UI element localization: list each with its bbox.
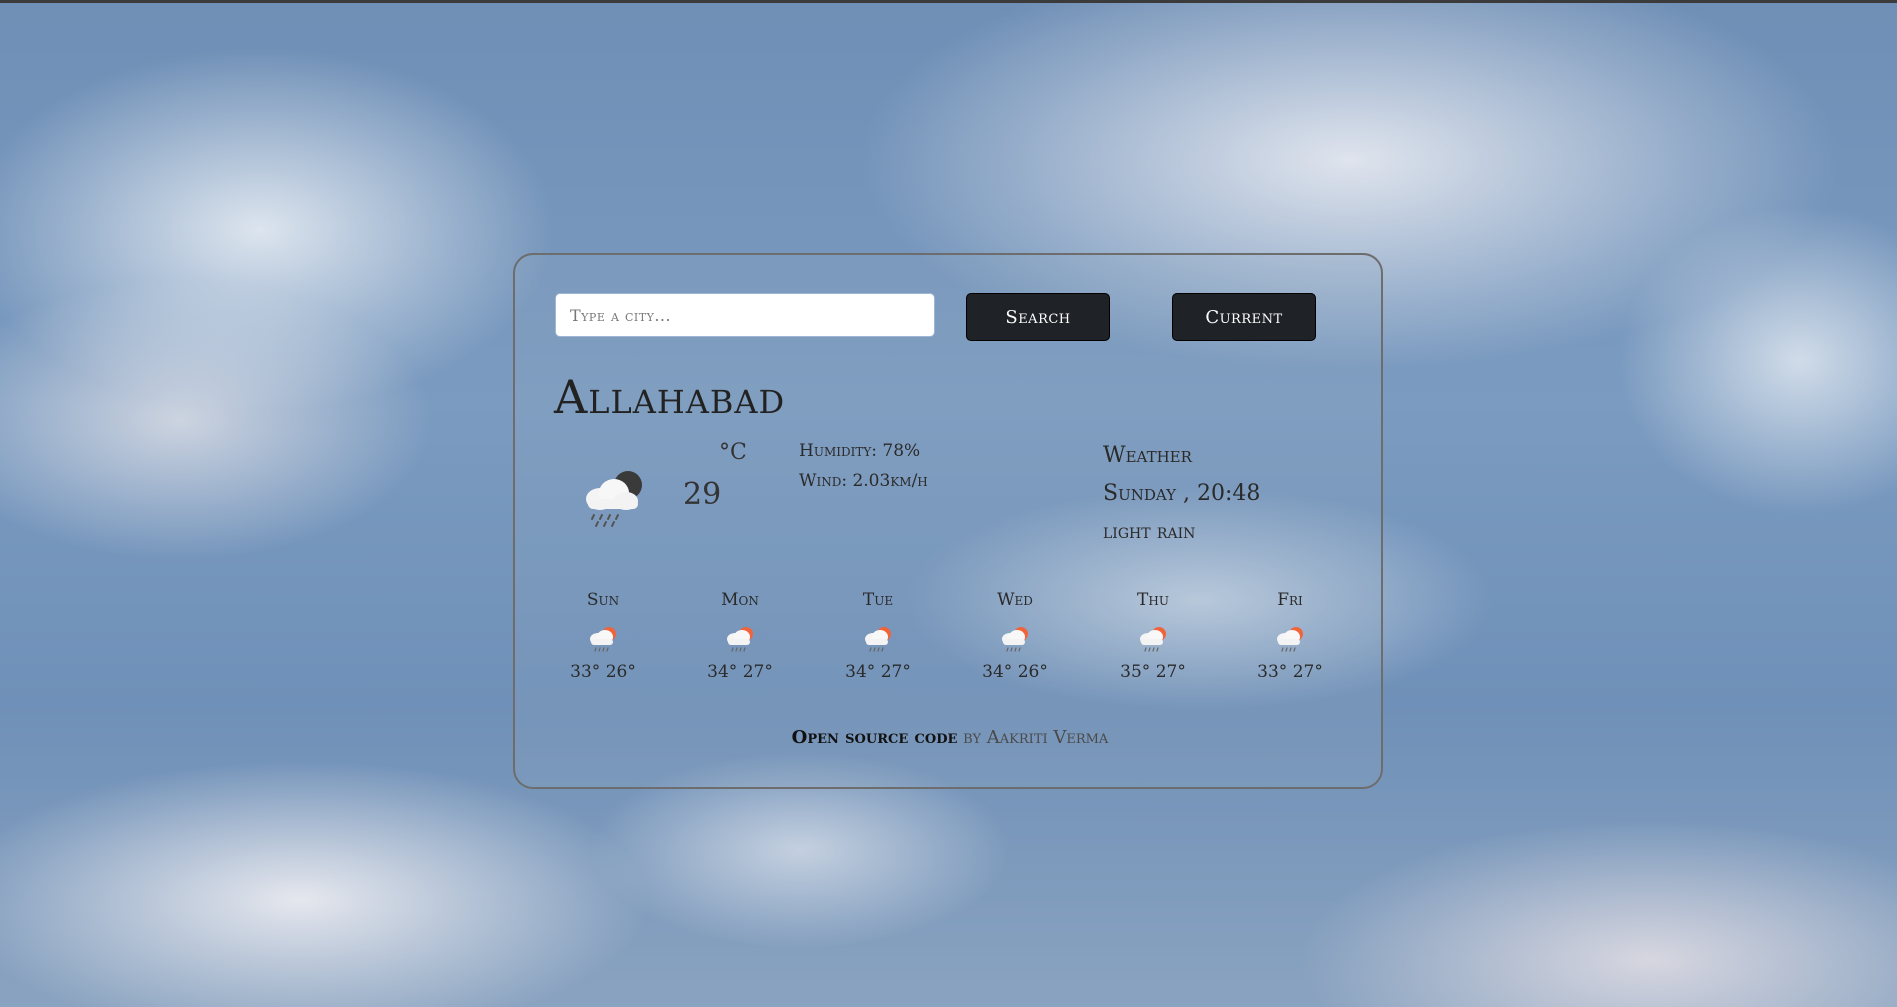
weather-heading: Weather: [1103, 443, 1192, 468]
forecast-day: Thu 35° 27°: [1105, 590, 1201, 682]
sun-rain-cloud-icon: [1002, 627, 1028, 652]
forecast-temps: 33° 27°: [1257, 662, 1323, 682]
search-button[interactable]: Search: [966, 293, 1110, 341]
forecast-day-name: Fri: [1277, 590, 1303, 610]
current-location-button[interactable]: Current: [1172, 293, 1316, 341]
forecast-day-name: Sun: [586, 590, 620, 610]
forecast-temps: 33° 26°: [570, 662, 636, 682]
forecast-day-name: Tue: [862, 590, 894, 610]
sun-rain-cloud-icon: [727, 627, 753, 652]
footer-credit: Open source code by Aakriti Verma: [515, 727, 1385, 748]
forecast-temps: 35° 27°: [1120, 662, 1186, 682]
sun-rain-cloud-icon: [1277, 627, 1303, 652]
forecast-row: Sun 33° 26° Mon 34° 27° Tue 34° 27° Wed …: [555, 590, 1365, 700]
forecast-temps: 34° 27°: [707, 662, 773, 682]
current-temperature: 29: [683, 477, 722, 512]
footer-by-text: by: [963, 727, 982, 748]
sun-rain-cloud-icon: [590, 627, 616, 652]
sun-rain-cloud-icon: [865, 627, 891, 652]
city-search-input[interactable]: [555, 293, 935, 337]
celsius-unit-toggle[interactable]: °C: [719, 440, 747, 465]
forecast-day: Sun 33° 26°: [555, 590, 651, 682]
date-time: Sunday , 20:48: [1103, 481, 1261, 506]
forecast-day: Tue 34° 27°: [830, 590, 926, 682]
forecast-day: Fri 33° 27°: [1242, 590, 1338, 682]
weather-card: Search Current Allahabad 29 °C Humidity:…: [513, 253, 1383, 789]
forecast-day-name: Thu: [1137, 590, 1169, 610]
forecast-temps: 34° 27°: [845, 662, 911, 682]
forecast-day-name: Wed: [997, 590, 1033, 610]
author-link[interactable]: Aakriti Verma: [987, 727, 1109, 748]
night-rain-cloud-icon: [586, 471, 642, 527]
forecast-day-name: Mon: [721, 590, 759, 610]
wind-value: Wind: 2.03km/h: [799, 471, 928, 491]
forecast-day: Mon 34° 27°: [692, 590, 788, 682]
sun-rain-cloud-icon: [1140, 627, 1166, 652]
forecast-temps: 34° 26°: [982, 662, 1048, 682]
humidity-value: Humidity: 78%: [799, 441, 921, 461]
window-top-border: [0, 0, 1897, 3]
open-source-code-link[interactable]: Open source code: [792, 727, 958, 748]
weather-description: light rain: [1103, 519, 1196, 543]
forecast-day: Wed 34° 26°: [967, 590, 1063, 682]
city-name: Allahabad: [554, 370, 786, 424]
